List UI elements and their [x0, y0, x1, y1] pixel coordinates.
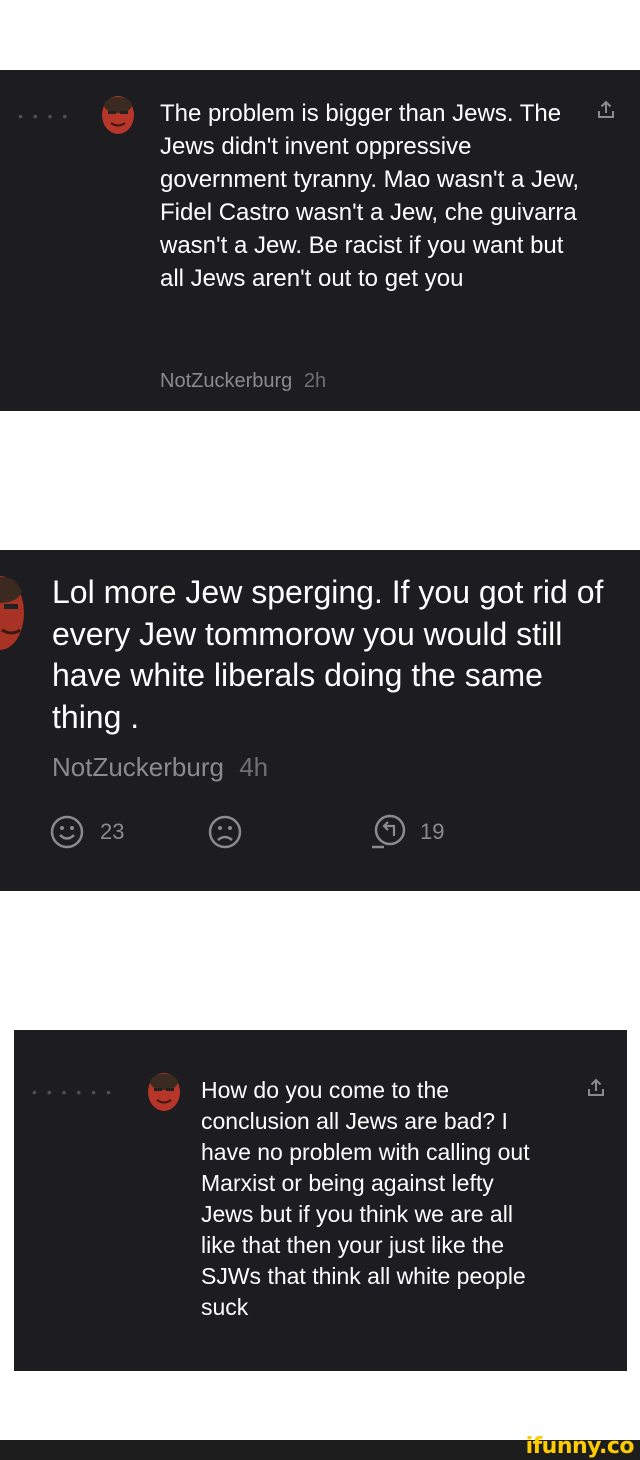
comment-text: Lol more Jew sperging. If you got rid of…	[52, 574, 604, 735]
avatar[interactable]	[0, 574, 26, 652]
avatar-image	[148, 1073, 180, 1111]
thread-depth-dots: • • • •	[18, 108, 71, 124]
author-name[interactable]: NotZuckerburg	[52, 752, 224, 782]
smile-count: 23	[100, 819, 125, 844]
comment-panel-1: • • • • The problem is bigger than Jews.…	[0, 70, 640, 411]
timestamp: 4h	[239, 752, 269, 782]
avatar[interactable]	[146, 1072, 182, 1112]
frown-button[interactable]	[208, 814, 242, 850]
reply-button[interactable]: 19	[370, 814, 444, 850]
avatar[interactable]	[100, 95, 136, 135]
avatar-image	[0, 576, 24, 650]
comment-meta: NotZuckerburg 4h	[52, 752, 268, 783]
share-icon[interactable]	[584, 1076, 608, 1105]
timestamp: 2h	[303, 370, 327, 392]
reply-count: 19	[420, 819, 445, 844]
reply-icon	[372, 814, 406, 849]
comment-panel-2: Lol more Jew sperging. If you got rid of…	[0, 550, 640, 891]
smile-icon	[50, 815, 84, 849]
comment-text: The problem is bigger than Jews. The Jew…	[160, 100, 580, 292]
ifunny-watermark: ifunny.co	[525, 1434, 635, 1459]
avatar-image	[102, 96, 134, 134]
share-icon[interactable]	[594, 98, 618, 127]
smile-button[interactable]: 23	[50, 814, 124, 850]
thread-depth-dots: • • • • • •	[32, 1084, 114, 1100]
author-name[interactable]: NotZuckerburg	[160, 370, 292, 392]
comment-text: How do you come to the conclusion all Je…	[201, 1077, 530, 1320]
comment-panel-3: • • • • • • How do you come to the concl…	[14, 1030, 627, 1371]
frown-icon	[208, 815, 242, 849]
comment-meta: NotZuckerburg 2h	[160, 370, 326, 393]
